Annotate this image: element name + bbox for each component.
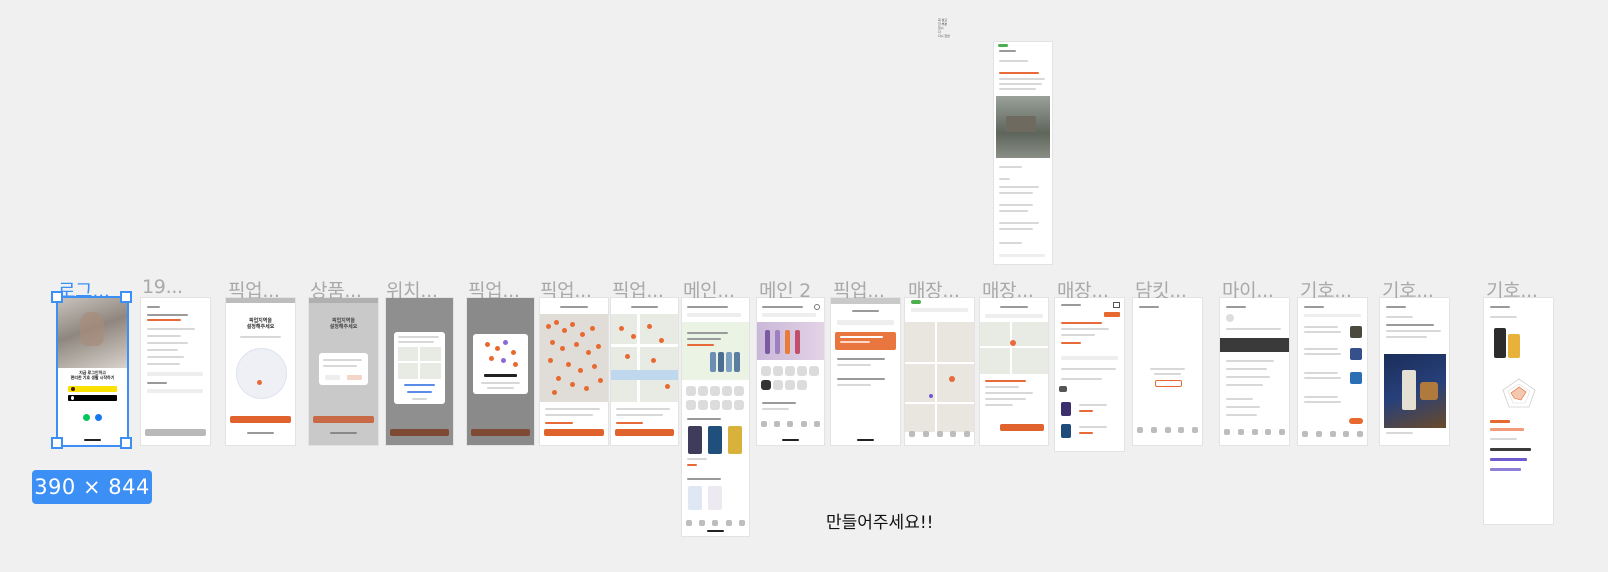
flavor-radar-chart [1502, 378, 1536, 408]
product-headline: 픽업지역을 설정해주세요 [329, 318, 358, 330]
frame-location[interactable] [386, 298, 453, 445]
frame-taste-list[interactable] [1298, 298, 1367, 445]
selection-handle-bl[interactable] [51, 437, 63, 449]
hand-shape [80, 312, 104, 346]
cart-tabbar[interactable] [1137, 427, 1198, 435]
frame-taste-post[interactable] [1380, 298, 1449, 445]
location-dialog[interactable] [394, 332, 445, 404]
pickup-map-2[interactable] [611, 314, 678, 402]
frame-pickup-map-2[interactable] [611, 298, 678, 445]
post-image [996, 96, 1050, 158]
home-indicator [782, 439, 799, 441]
login-headline: 지금 로그인하고 편리한 기호 생활 시작하기 [70, 370, 115, 380]
product-modal[interactable] [319, 353, 368, 385]
frame-product[interactable]: 픽업지역을 설정해주세요 [309, 298, 378, 445]
facebook-icon[interactable] [95, 414, 102, 421]
pickup-map[interactable] [540, 314, 608, 402]
frame-community-post[interactable] [994, 42, 1052, 264]
region-circle-illustration [236, 348, 287, 399]
naver-icon[interactable] [83, 414, 90, 421]
verify-button[interactable] [145, 429, 206, 436]
search-icon[interactable] [814, 304, 820, 310]
kakao-login-button[interactable] [68, 386, 117, 392]
frame-store-map-1[interactable] [905, 298, 974, 445]
canvas-comment[interactable]: 만들어주세요!! [826, 508, 933, 533]
frame-store-detail[interactable] [1055, 298, 1124, 451]
frame-main-2[interactable] [757, 298, 824, 445]
selection-handle-tr[interactable] [120, 291, 132, 303]
avatar [1226, 314, 1234, 322]
selection-handle-br[interactable] [120, 437, 132, 449]
home-indicator [857, 439, 874, 441]
pickup-headline: 픽업지역을 설정해주세요 [246, 318, 275, 330]
pickup-modal-card[interactable] [473, 334, 528, 394]
set-region-button[interactable] [230, 416, 291, 423]
selection-handle-tl[interactable] [51, 291, 63, 303]
pickup-confirm-button[interactable] [544, 429, 604, 436]
post-photo [1384, 354, 1446, 428]
frame-taste-detail[interactable] [1484, 298, 1553, 524]
frame-pickup-region[interactable]: 픽업지역을 설정해주세요 [226, 298, 295, 445]
frame-age-verify[interactable] [141, 298, 210, 445]
main2-banner[interactable] [757, 322, 824, 360]
home-indicator [84, 439, 101, 441]
floating-note-text: 꼭 필요 한 부분 입니 다 다시 한번 [938, 18, 950, 38]
frame-mypage[interactable] [1220, 298, 1289, 445]
store-map-2[interactable] [980, 322, 1048, 374]
cart-icon[interactable] [1113, 302, 1120, 308]
frame-login[interactable]: 지금 로그인하고 편리한 기호 생활 시작하기 [58, 298, 127, 445]
kakao-icon [71, 387, 75, 391]
frame-label-age-verify[interactable]: 19... [142, 276, 183, 298]
frame-pickup-modal[interactable] [467, 298, 534, 445]
frame-store-map-2[interactable] [980, 298, 1048, 445]
apple-login-button[interactable] [68, 395, 117, 401]
store-map[interactable] [905, 322, 974, 432]
selection-size-badge: 390 × 844 [32, 470, 152, 504]
frame-pickup-list[interactable] [831, 298, 900, 445]
frame-cart[interactable] [1133, 298, 1202, 445]
frame-pickup-map-1[interactable] [540, 298, 608, 445]
main-tabbar[interactable] [686, 520, 745, 528]
apple-icon [71, 396, 74, 400]
design-canvas[interactable]: { "canvas": { "background": "#f0f0f0", "… [0, 0, 1608, 572]
home-indicator [707, 530, 724, 532]
pickup-highlight-card[interactable] [835, 332, 896, 350]
main-banner[interactable] [682, 322, 749, 380]
main2-tabbar[interactable] [761, 421, 820, 429]
store-select-button[interactable] [1000, 424, 1044, 431]
map-pin-icon [257, 380, 262, 385]
frame-main-1[interactable] [682, 298, 749, 536]
